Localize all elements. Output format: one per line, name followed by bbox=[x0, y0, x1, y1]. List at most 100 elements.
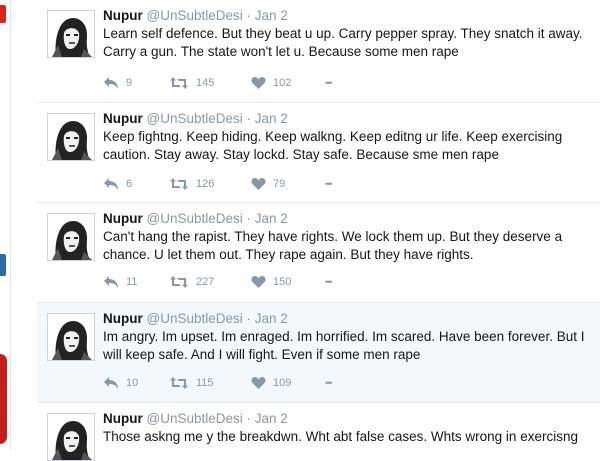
more-icon: ••• bbox=[325, 179, 333, 189]
tweet-date[interactable]: Jan 2 bbox=[255, 411, 288, 426]
reply-count: 9 bbox=[126, 77, 133, 89]
edge-blue-badge bbox=[0, 254, 6, 276]
reply-button[interactable]: 6 bbox=[103, 177, 169, 191]
tweet-actions: 10 115 109 ••• bbox=[103, 376, 333, 390]
like-button[interactable]: 150 bbox=[251, 275, 325, 289]
retweet-icon bbox=[170, 276, 188, 288]
more-button[interactable]: ••• bbox=[325, 78, 333, 88]
retweet-button[interactable]: 115 bbox=[169, 376, 251, 390]
tweet-text: Learn self defence. But they beat u up. … bbox=[103, 26, 583, 59]
retweet-count: 145 bbox=[196, 77, 215, 89]
tweet-header: Nupur @UnSubtleDesi · Jan 2 bbox=[103, 310, 588, 327]
reply-icon bbox=[104, 77, 118, 89]
avatar[interactable] bbox=[47, 413, 95, 461]
retweet-button[interactable]: 227 bbox=[169, 275, 251, 289]
avatar[interactable] bbox=[47, 313, 95, 361]
tweet-header: Nupur @UnSubtleDesi · Jan 2 bbox=[103, 210, 588, 227]
heart-icon bbox=[251, 377, 266, 389]
more-icon: ••• bbox=[325, 378, 333, 388]
heart-icon bbox=[251, 77, 266, 89]
separator-dot: · bbox=[246, 8, 252, 23]
tweet-content: Nupur @UnSubtleDesi · Jan 2 Keep fightng… bbox=[103, 110, 588, 163]
author-name[interactable]: Nupur bbox=[103, 311, 143, 326]
avatar[interactable] bbox=[47, 113, 95, 161]
tweet[interactable]: Nupur @UnSubtleDesi · Jan 2 Learn self d… bbox=[37, 0, 600, 103]
avatar-image bbox=[48, 414, 94, 460]
tweet-actions: 11 227 150 ••• bbox=[103, 275, 333, 289]
tweet[interactable]: Nupur @UnSubtleDesi · Jan 2 Im angry. Im… bbox=[37, 303, 600, 403]
reply-button[interactable]: 11 bbox=[103, 275, 169, 289]
retweet-icon bbox=[170, 377, 188, 389]
tweet-actions: 6 126 79 ••• bbox=[103, 177, 333, 191]
retweet-icon bbox=[170, 178, 188, 190]
author-name[interactable]: Nupur bbox=[103, 411, 143, 426]
retweet-count: 227 bbox=[196, 276, 215, 288]
author-name[interactable]: Nupur bbox=[103, 8, 143, 23]
like-button[interactable]: 109 bbox=[251, 376, 325, 390]
more-icon: ••• bbox=[325, 78, 333, 88]
separator-dot: · bbox=[246, 311, 252, 326]
tweet[interactable]: Nupur @UnSubtleDesi · Jan 2 Can't hang t… bbox=[37, 203, 600, 303]
author-handle[interactable]: @UnSubtleDesi bbox=[147, 111, 243, 126]
more-icon: ••• bbox=[325, 277, 333, 287]
tweet-header: Nupur @UnSubtleDesi · Jan 2 bbox=[103, 7, 588, 24]
retweet-count: 115 bbox=[196, 377, 214, 389]
avatar[interactable] bbox=[47, 10, 95, 58]
tweet-content: Nupur @UnSubtleDesi · Jan 2 Learn self d… bbox=[103, 7, 588, 60]
avatar-image bbox=[48, 214, 94, 260]
tweet-date[interactable]: Jan 2 bbox=[255, 111, 288, 126]
tweet-content: Nupur @UnSubtleDesi · Jan 2 Can't hang t… bbox=[103, 210, 588, 263]
reply-button[interactable]: 10 bbox=[103, 376, 169, 390]
like-button[interactable]: 79 bbox=[251, 177, 325, 191]
separator-dot: · bbox=[246, 111, 252, 126]
tweet-date[interactable]: Jan 2 bbox=[255, 311, 288, 326]
tweet-content: Nupur @UnSubtleDesi · Jan 2 Those askng … bbox=[103, 410, 588, 446]
tweet-date[interactable]: Jan 2 bbox=[255, 211, 288, 226]
reply-button[interactable]: 9 bbox=[103, 76, 169, 90]
author-handle[interactable]: @UnSubtleDesi bbox=[147, 411, 243, 426]
like-count: 150 bbox=[273, 276, 292, 288]
edge-red-badge bbox=[0, 5, 6, 23]
avatar-image bbox=[48, 314, 94, 360]
heart-icon bbox=[251, 276, 266, 288]
reply-icon bbox=[104, 276, 118, 288]
reply-icon bbox=[104, 178, 118, 190]
tweet-header: Nupur @UnSubtleDesi · Jan 2 bbox=[103, 410, 588, 427]
tweet-thread: Nupur @UnSubtleDesi · Jan 2 Learn self d… bbox=[37, 0, 600, 461]
like-count: 102 bbox=[273, 77, 292, 89]
reply-icon bbox=[104, 377, 118, 389]
left-page-edge bbox=[0, 0, 11, 450]
author-handle[interactable]: @UnSubtleDesi bbox=[147, 8, 243, 23]
retweet-count: 126 bbox=[196, 178, 215, 190]
tweet-text: Can't hang the rapist. They have rights.… bbox=[103, 229, 563, 262]
author-name[interactable]: Nupur bbox=[103, 111, 143, 126]
tweet-header: Nupur @UnSubtleDesi · Jan 2 bbox=[103, 110, 588, 127]
reply-count: 6 bbox=[126, 178, 133, 190]
tweet-actions: 9 145 102 ••• bbox=[103, 76, 333, 90]
retweet-button[interactable]: 126 bbox=[169, 177, 251, 191]
tweet-text: Im angry. Im upset. Im enraged. Im horri… bbox=[103, 329, 585, 362]
like-button[interactable]: 102 bbox=[251, 76, 325, 90]
separator-dot: · bbox=[246, 211, 252, 226]
like-count: 79 bbox=[273, 178, 286, 190]
author-name[interactable]: Nupur bbox=[103, 211, 143, 226]
more-button[interactable]: ••• bbox=[325, 277, 333, 287]
tweet-text: Keep fightng. Keep hiding. Keep walkng. … bbox=[103, 129, 563, 162]
tweet-date[interactable]: Jan 2 bbox=[255, 8, 288, 23]
tweet-content: Nupur @UnSubtleDesi · Jan 2 Im angry. Im… bbox=[103, 310, 588, 363]
retweet-button[interactable]: 145 bbox=[169, 76, 251, 90]
separator-dot: · bbox=[246, 411, 252, 426]
author-handle[interactable]: @UnSubtleDesi bbox=[147, 211, 243, 226]
like-count: 109 bbox=[273, 377, 292, 389]
retweet-icon bbox=[170, 77, 188, 89]
tweet[interactable]: Nupur @UnSubtleDesi · Jan 2 Keep fightng… bbox=[37, 103, 600, 203]
avatar[interactable] bbox=[47, 213, 95, 261]
heart-icon bbox=[251, 178, 266, 190]
reply-count: 10 bbox=[126, 377, 139, 389]
tweet[interactable]: Nupur @UnSubtleDesi · Jan 2 Those askng … bbox=[37, 403, 600, 461]
more-button[interactable]: ••• bbox=[325, 179, 333, 189]
tweet-text: Those askng me y the breakdwn. Wht abt f… bbox=[103, 429, 578, 444]
more-button[interactable]: ••• bbox=[325, 378, 333, 388]
avatar-image bbox=[48, 114, 94, 160]
author-handle[interactable]: @UnSubtleDesi bbox=[147, 311, 243, 326]
